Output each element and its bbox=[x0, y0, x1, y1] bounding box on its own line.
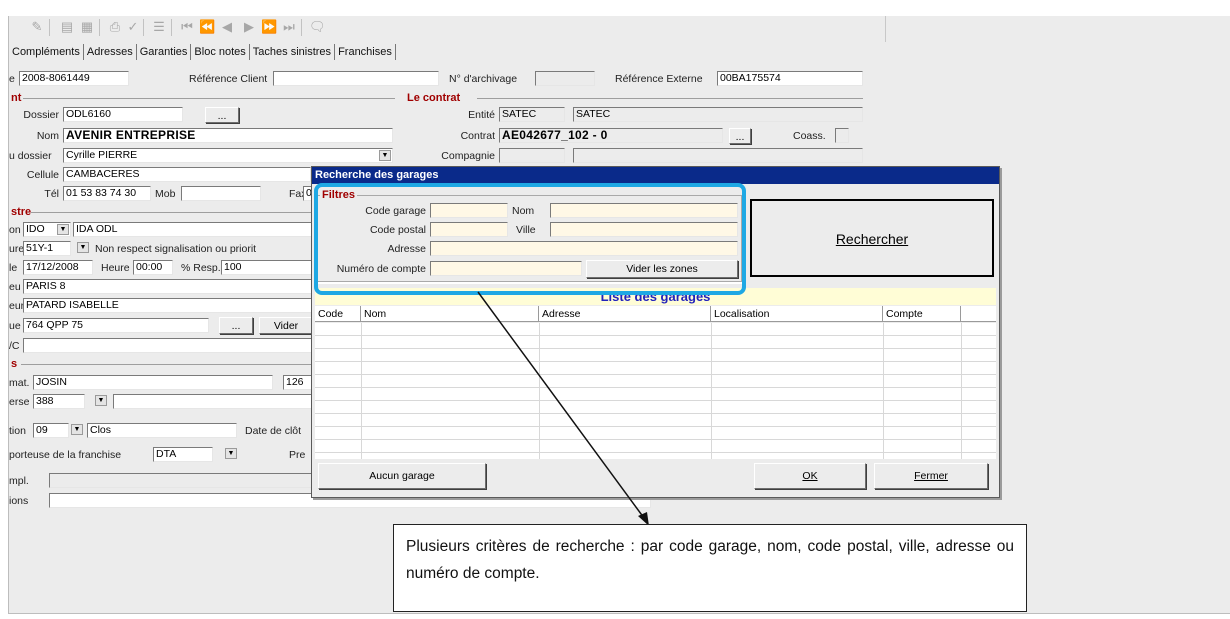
callout-box: Plusieurs critères de recherche : par co… bbox=[393, 524, 1027, 612]
